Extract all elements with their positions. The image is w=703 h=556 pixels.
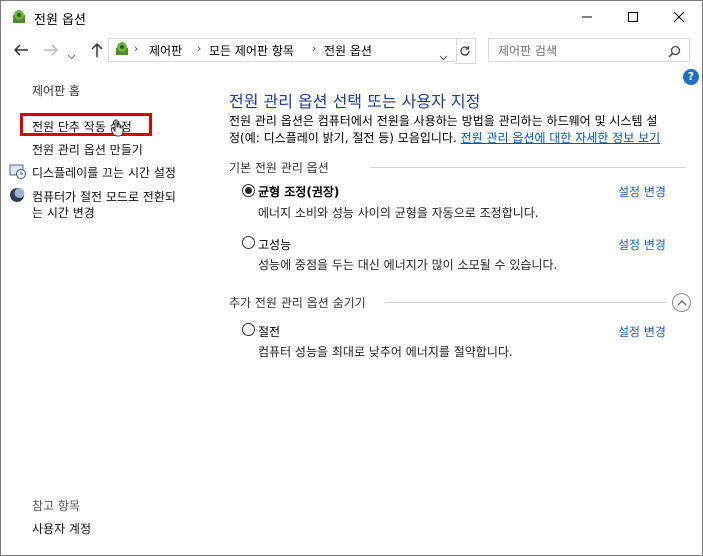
breadcrumb-separator: › bbox=[134, 42, 139, 55]
collapse-button[interactable] bbox=[672, 293, 691, 312]
breadcrumb-power-options[interactable]: 전원 옵션 bbox=[324, 42, 372, 59]
breadcrumb-control-panel[interactable]: 제어판 bbox=[149, 42, 182, 59]
hidden-plans-label[interactable]: 추가 전원 관리 옵션 숨기기 bbox=[229, 294, 366, 311]
address-row: › 제어판 › 모든 제어판 항목 › 전원 옵션 제어판 검색 bbox=[1, 34, 702, 66]
change-settings-high-performance[interactable]: 설정 변경 bbox=[618, 236, 666, 253]
plan-power-saver-name[interactable]: 절전 bbox=[258, 323, 280, 340]
sidebar-control-panel-home[interactable]: 제어판 홈 bbox=[32, 82, 80, 99]
breadcrumb-all-items[interactable]: 모든 제어판 항목 bbox=[209, 42, 294, 59]
chevron-down-icon bbox=[439, 55, 448, 61]
forward-button[interactable] bbox=[41, 40, 61, 60]
change-settings-power-saver[interactable]: 설정 변경 bbox=[618, 323, 666, 340]
display-clock-icon bbox=[9, 163, 26, 183]
description-line2: 정(예: 디스플레이 밝기, 절전 등) 모음입니다. bbox=[229, 131, 457, 145]
radio-balanced[interactable] bbox=[242, 184, 255, 197]
search-input[interactable]: 제어판 검색 bbox=[488, 38, 690, 62]
forward-arrow-icon bbox=[44, 44, 59, 56]
plan-high-performance-name[interactable]: 고성능 bbox=[258, 236, 291, 253]
divider bbox=[370, 167, 686, 168]
chevron-down-icon bbox=[67, 54, 76, 60]
recent-locations-button[interactable] bbox=[67, 45, 76, 64]
close-button[interactable] bbox=[656, 1, 702, 33]
plan-balanced-desc: 에너지 소비와 성능 사이의 균형을 자동으로 조정합니다. bbox=[258, 206, 539, 220]
sidebar-display-off-time[interactable]: 디스플레이를 끄는 시간 설정 bbox=[32, 164, 176, 181]
chevron-up-icon bbox=[677, 300, 686, 306]
maximize-icon bbox=[628, 12, 638, 22]
up-arrow-icon bbox=[91, 42, 103, 57]
radio-high-performance[interactable] bbox=[242, 236, 255, 249]
help-icon[interactable]: ? bbox=[683, 69, 699, 85]
change-settings-balanced[interactable]: 설정 변경 bbox=[618, 183, 666, 200]
page-title: 전원 관리 옵션 선택 또는 사용자 지정 bbox=[229, 92, 481, 111]
more-info-link[interactable]: 전원 관리 옵션에 대한 자세한 정보 보기 bbox=[461, 131, 661, 145]
sidebar-sleep-time-line1[interactable]: 컴퓨터가 절전 모드로 전환되 bbox=[32, 188, 176, 205]
back-button[interactable] bbox=[11, 40, 31, 60]
sidebar-user-accounts[interactable]: 사용자 계정 bbox=[32, 520, 91, 537]
search-icon[interactable] bbox=[668, 43, 681, 62]
page-description: 전원 관리 옵션은 컴퓨터에서 전원을 사용하는 방법을 관리하는 하드웨어 및… bbox=[229, 113, 691, 147]
minimize-button[interactable] bbox=[564, 1, 610, 33]
power-options-window: 전원 옵션 › 제어판 › 모든 제어판 항목 › 전원 옵션 제어판 검색 ?… bbox=[0, 0, 703, 556]
basic-plans-label: 기본 전원 관리 옵션 bbox=[229, 161, 329, 175]
maximize-button[interactable] bbox=[610, 1, 656, 33]
search-placeholder: 제어판 검색 bbox=[498, 44, 558, 58]
hand-cursor-icon bbox=[110, 119, 125, 141]
plan-power-saver-desc: 컴퓨터 성능을 최대로 낮추어 에너지를 절약합니다. bbox=[258, 345, 513, 359]
plan-high-performance-desc: 성능에 중점을 두는 대신 에너지가 많이 소모될 수 있습니다. bbox=[258, 258, 558, 272]
see-also-label: 참고 항목 bbox=[32, 499, 80, 513]
refresh-icon bbox=[460, 46, 470, 56]
title-bar[interactable]: 전원 옵션 bbox=[1, 1, 702, 34]
radio-power-saver[interactable] bbox=[242, 323, 255, 336]
address-bar[interactable]: › 제어판 › 모든 제어판 항목 › 전원 옵션 bbox=[108, 38, 457, 62]
power-options-icon bbox=[10, 9, 28, 25]
sleep-moon-icon bbox=[9, 187, 25, 207]
refresh-button[interactable] bbox=[455, 38, 476, 64]
description-line1: 전원 관리 옵션은 컴퓨터에서 전원을 사용하는 방법을 관리하는 하드웨어 및… bbox=[229, 114, 658, 128]
back-arrow-icon bbox=[13, 44, 28, 56]
divider bbox=[385, 302, 667, 303]
address-dropdown-button[interactable] bbox=[439, 46, 448, 65]
plan-balanced-name[interactable]: 균형 조정(권장) bbox=[258, 183, 339, 200]
sidebar-sleep-time-line2[interactable]: 는 시간 변경 bbox=[32, 204, 95, 221]
close-icon bbox=[673, 11, 685, 23]
sidebar-create-power-plan[interactable]: 전원 관리 옵션 만들기 bbox=[32, 141, 143, 158]
breadcrumb-separator: › bbox=[312, 42, 317, 55]
control-panel-icon bbox=[113, 41, 131, 61]
breadcrumb-separator: › bbox=[197, 42, 202, 55]
minimize-icon bbox=[582, 16, 592, 18]
window-title: 전원 옵션 bbox=[34, 13, 86, 28]
up-button[interactable] bbox=[87, 40, 107, 60]
